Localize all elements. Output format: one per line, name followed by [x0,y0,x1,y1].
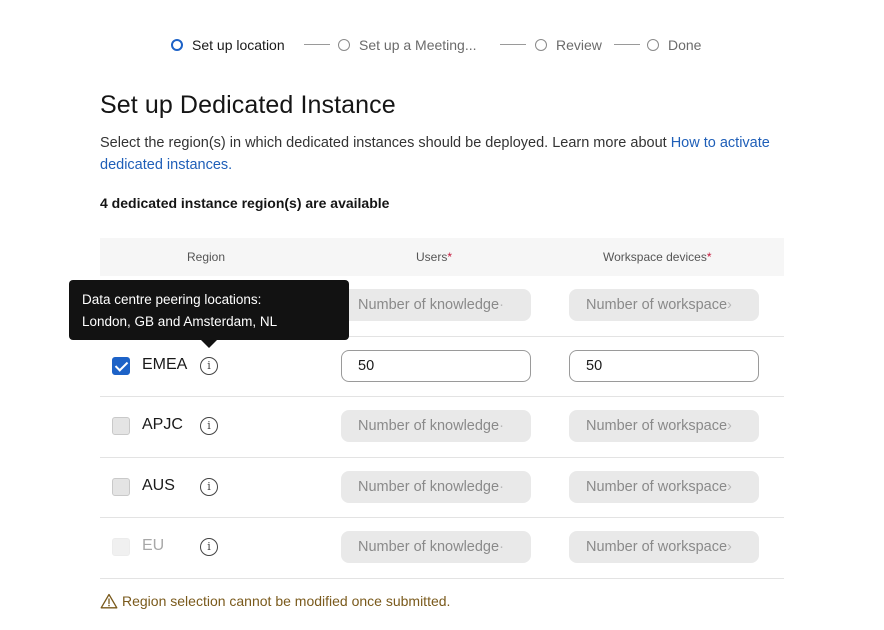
warning-message: Region selection cannot be modified once… [100,593,450,609]
step-label: Set up location [192,37,285,53]
info-icon[interactable]: i [200,417,218,435]
step-label: Set up a Meeting... [359,37,477,53]
header-workspace-devices: Workspace devices* [603,250,712,264]
info-icon[interactable]: i [200,477,218,496]
step-done[interactable]: Done [647,36,701,54]
step-connector [500,44,526,45]
table-row-eu: EU i Number of knowledge· Number of work… [100,518,784,579]
region-checkbox-apjc[interactable] [112,417,130,435]
step-set-up-meeting[interactable]: Set up a Meeting... [338,36,477,54]
warning-text: Region selection cannot be modified once… [122,593,451,609]
region-checkbox-eu [112,538,130,556]
step-connector [304,44,330,45]
tooltip-line: Data centre peering locations: [82,292,262,307]
users-input[interactable]: Number of knowledge· [341,410,531,442]
step-indicator-icon [535,39,547,51]
page-description: Select the region(s) in which dedicated … [100,132,780,176]
table-row-apjc: APJC i Number of knowledge· Number of wo… [100,397,784,458]
table-header: Region Users* Workspace devices* [100,238,784,276]
header-devices-label: Workspace devices [603,250,707,264]
step-indicator-icon [647,39,659,51]
region-checkbox-emea[interactable] [112,356,130,375]
tooltip-line: London, GB and Amsterdam, NL [82,314,278,329]
header-users: Users* [416,250,452,264]
workspace-devices-input[interactable]: Number of workspace› [569,289,759,321]
workspace-devices-input[interactable]: 50 [569,349,759,382]
workspace-devices-input[interactable]: Number of workspace› [569,531,759,563]
warning-triangle-icon [100,593,118,609]
required-mark: * [706,250,712,264]
header-region: Region [187,250,226,264]
wizard-stepper: Set up location Set up a Meeting... Revi… [0,36,884,54]
users-input[interactable]: Number of knowledge· [341,470,531,503]
workspace-devices-input[interactable]: Number of workspace› [569,470,759,503]
header-users-label: Users [416,250,448,264]
table-row-aus: AUS i Number of knowledge· Number of wor… [100,458,784,518]
users-input[interactable]: Number of knowledge· [341,289,531,321]
step-label: Review [556,37,602,53]
region-label: AUS [142,476,175,494]
info-icon[interactable]: i [200,538,218,556]
region-label: EMEA [142,355,188,373]
step-active-indicator-icon [171,39,183,51]
required-mark: * [447,250,453,264]
users-input[interactable]: Number of knowledge· [341,531,531,563]
step-review[interactable]: Review [535,36,602,54]
step-label: Done [668,37,702,53]
page-title: Set up Dedicated Instance [100,91,396,119]
available-regions-count: 4 dedicated instance region(s) are avail… [100,195,390,211]
info-icon[interactable]: i [200,356,218,375]
workspace-devices-input[interactable]: Number of workspace› [569,410,759,442]
description-text: Select the region(s) in which dedicated … [100,135,671,151]
step-connector [614,44,640,45]
step-set-up-location[interactable]: Set up location [171,36,285,54]
region-info-tooltip: Data centre peering locations: London, G… [69,280,349,348]
region-label: EU [142,537,165,554]
region-label: APJC [142,416,183,433]
step-indicator-icon [338,39,350,51]
users-input[interactable]: 50 [341,349,531,382]
region-checkbox-aus[interactable] [112,477,130,496]
